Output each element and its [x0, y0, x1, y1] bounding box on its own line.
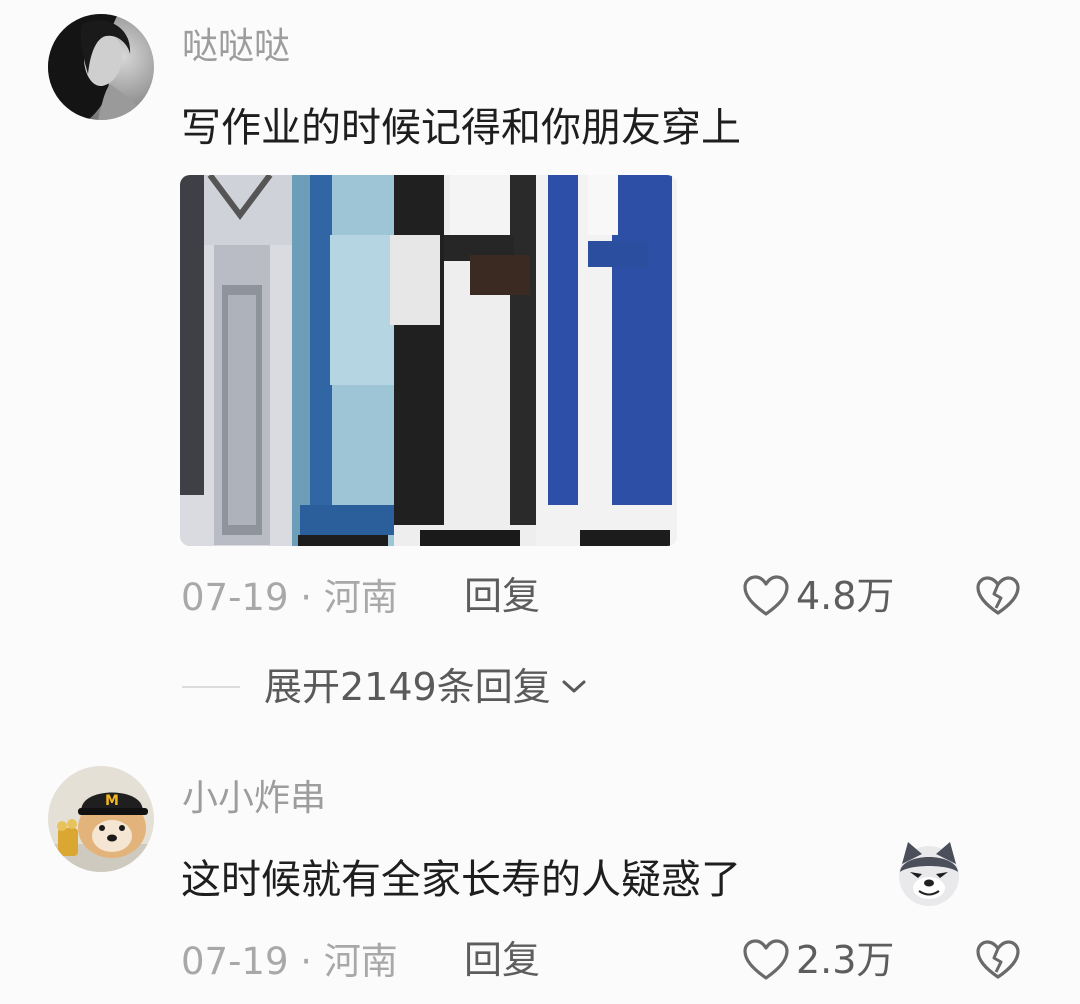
- broken-heart-icon: [976, 940, 1020, 979]
- dislike-button[interactable]: [975, 939, 1021, 985]
- divider-line: [182, 686, 240, 688]
- avatar[interactable]: M: [48, 766, 154, 872]
- expand-replies-label: 展开2149条回复: [264, 665, 551, 709]
- heart-outline-icon: [743, 575, 789, 616]
- avatar-photo: [48, 14, 154, 120]
- like-count: 2.3万: [796, 938, 895, 982]
- broken-heart-icon: [976, 576, 1020, 615]
- expand-replies-button[interactable]: 展开2149条回复: [182, 668, 589, 706]
- dislike-button[interactable]: [975, 575, 1021, 621]
- comment-image[interactable]: [180, 175, 677, 546]
- comment-text: 写作业的时候记得和你朋友穿上: [181, 105, 741, 151]
- meta-separator: ·: [300, 576, 313, 619]
- comment-meta: 07-19 · 河南: [181, 579, 398, 616]
- meta-separator: ·: [300, 940, 313, 983]
- chevron-down-icon: [562, 680, 586, 693]
- avatar-photo: M: [48, 766, 154, 872]
- like-button[interactable]: 4.8万: [742, 574, 894, 618]
- comment-text-body: 这时候就有全家长寿的人疑惑了: [181, 857, 741, 903]
- doge-emoji-icon: [894, 838, 964, 912]
- comment-location: 河南: [323, 940, 398, 983]
- comment-location: 河南: [323, 576, 398, 619]
- comment-date: 07-19: [181, 940, 289, 983]
- username[interactable]: 小小炸串: [182, 781, 326, 817]
- reply-button[interactable]: 回复: [464, 941, 540, 979]
- comment-date: 07-19: [181, 576, 289, 619]
- username[interactable]: 哒哒哒: [182, 29, 290, 65]
- like-button[interactable]: 2.3万: [742, 938, 894, 982]
- svg-text:M: M: [105, 793, 119, 809]
- avatar[interactable]: [48, 14, 154, 120]
- heart-outline-icon: [743, 939, 789, 980]
- like-count: 4.8万: [796, 574, 895, 618]
- hanfu-robes-photo: [180, 175, 677, 546]
- comment-text: 这时候就有全家长寿的人疑惑了: [181, 860, 741, 900]
- reply-button[interactable]: 回复: [464, 577, 540, 615]
- comment-meta: 07-19 · 河南: [181, 943, 398, 980]
